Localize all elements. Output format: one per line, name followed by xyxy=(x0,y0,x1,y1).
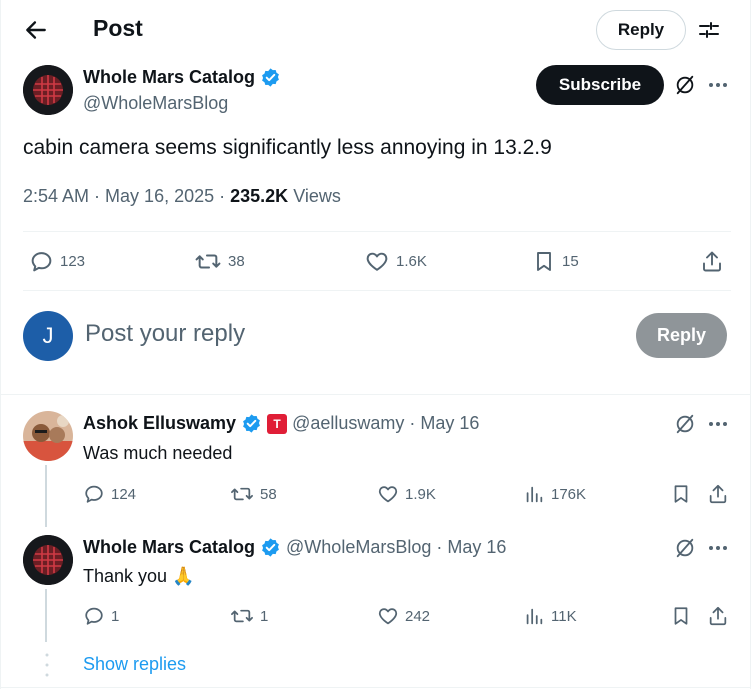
user-avatar[interactable]: J xyxy=(23,311,73,361)
verified-badge-icon xyxy=(262,538,279,557)
divider xyxy=(23,290,731,291)
dot-separator: · xyxy=(436,537,443,557)
views-label: Views xyxy=(293,186,341,206)
bookmark-count: 15 xyxy=(562,253,579,270)
repost-count: 58 xyxy=(260,485,277,503)
reply-icon xyxy=(31,252,52,272)
like-count: 1.6K xyxy=(396,253,427,270)
like-count: 1.9K xyxy=(405,485,436,503)
comment-text: Was much needed xyxy=(83,443,233,463)
comment-text: Thank you 🙏 xyxy=(83,566,195,586)
views-count: 11K xyxy=(551,607,577,625)
repost-count: 1 xyxy=(260,607,269,625)
reply-submit-button[interactable]: Reply xyxy=(636,313,727,358)
sliders-icon[interactable] xyxy=(697,18,721,42)
share-icon[interactable] xyxy=(700,249,724,274)
author-avatar[interactable] xyxy=(23,65,73,115)
reply-icon xyxy=(85,485,103,503)
grok-icon[interactable] xyxy=(674,537,696,559)
commenter-handle[interactable]: @WholeMarsBlog xyxy=(286,537,431,558)
repost-action[interactable]: 58 xyxy=(230,483,277,505)
reply-count: 1 xyxy=(111,607,120,625)
repost-action[interactable]: 38 xyxy=(194,249,245,274)
repost-action[interactable]: 1 xyxy=(230,605,268,627)
analytics-icon xyxy=(526,608,543,625)
dot-separator: · xyxy=(409,413,416,433)
header-reply-button[interactable]: Reply xyxy=(596,10,686,50)
back-arrow-icon[interactable] xyxy=(23,17,49,43)
views-count: 235.2K xyxy=(230,186,289,206)
bookmark-icon xyxy=(537,252,551,271)
reply-icon xyxy=(85,607,103,625)
like-action[interactable]: 1.6K xyxy=(364,249,427,274)
heart-icon xyxy=(378,486,398,503)
author-name-text: Whole Mars Catalog xyxy=(83,67,256,87)
commenter-name[interactable]: Ashok Elluswamy xyxy=(83,413,236,434)
bookmark-action[interactable]: 15 xyxy=(532,249,579,274)
comment-header: Whole Mars Catalog @WholeMarsBlog · May … xyxy=(83,537,506,558)
tesla-logo-icon: T xyxy=(267,413,288,434)
verified-badge-icon xyxy=(262,68,279,87)
share-icon[interactable] xyxy=(707,483,729,505)
more-options-icon[interactable] xyxy=(708,75,728,95)
bookmark-icon[interactable] xyxy=(670,605,692,627)
commenter-handle[interactable]: @aelluswamy xyxy=(292,413,404,434)
thread-line xyxy=(45,465,47,527)
subscribe-button[interactable]: Subscribe xyxy=(536,65,664,105)
show-replies-link[interactable]: Show replies xyxy=(83,654,186,675)
views-count: 176K xyxy=(551,485,587,503)
like-action[interactable]: 242 xyxy=(377,605,430,627)
more-options-icon[interactable] xyxy=(708,414,728,434)
like-count: 242 xyxy=(405,607,431,625)
share-icon[interactable] xyxy=(707,605,729,627)
author-name[interactable]: Whole Mars Catalog xyxy=(83,67,281,88)
repost-icon xyxy=(231,487,253,501)
divider xyxy=(1,687,751,688)
reply-action[interactable]: 123 xyxy=(29,249,85,274)
reply-input[interactable]: Post your reply xyxy=(85,320,245,348)
reply-count: 124 xyxy=(111,485,137,503)
comment-date[interactable]: May 16 xyxy=(447,537,506,558)
repost-count: 38 xyxy=(228,253,245,270)
more-options-icon[interactable] xyxy=(708,538,728,558)
grok-icon[interactable] xyxy=(674,413,696,435)
commenter-avatar[interactable] xyxy=(23,411,73,461)
grok-icon[interactable] xyxy=(674,74,696,96)
author-handle[interactable]: @WholeMarsBlog xyxy=(83,93,228,114)
analytics-icon xyxy=(526,486,543,503)
bookmark-icon[interactable] xyxy=(670,483,692,505)
repost-icon xyxy=(195,254,221,269)
heart-icon xyxy=(366,252,388,271)
reply-count: 123 xyxy=(60,253,86,270)
section-separator xyxy=(1,394,751,395)
views-action[interactable]: 11K xyxy=(523,605,577,627)
divider xyxy=(23,231,731,232)
like-action[interactable]: 1.9K xyxy=(377,483,436,505)
post-time[interactable]: 2:54 AM xyxy=(23,186,89,206)
heart-icon xyxy=(378,608,398,625)
commenter-avatar[interactable] xyxy=(23,535,73,585)
reply-action[interactable]: 1 xyxy=(83,605,119,627)
post-meta: 2:54 AM · May 16, 2025 · 235.2K Views xyxy=(23,186,341,206)
post-page: Post Reply Whole Mars Catalog @WholeMars… xyxy=(0,0,751,689)
thread-dots xyxy=(45,652,49,678)
post-date[interactable]: May 16, 2025 xyxy=(105,186,214,206)
comment-date[interactable]: May 16 xyxy=(420,413,479,434)
reply-action[interactable]: 124 xyxy=(83,483,136,505)
page-title: Post xyxy=(93,15,143,41)
comment-header: Ashok Elluswamy T @aelluswamy · May 16 xyxy=(83,413,479,434)
thread-line xyxy=(45,589,47,642)
verified-badge-icon xyxy=(243,414,260,433)
commenter-name[interactable]: Whole Mars Catalog xyxy=(83,537,255,558)
views-action[interactable]: 176K xyxy=(523,483,586,505)
repost-icon xyxy=(231,609,253,623)
post-text: cabin camera seems significantly less an… xyxy=(23,136,552,159)
